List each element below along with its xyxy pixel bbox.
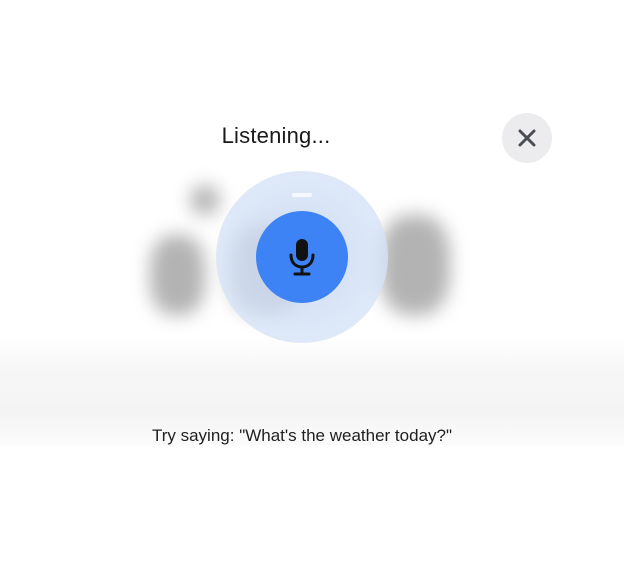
voice-hint-text: Try saying: "What's the weather today?" (151, 426, 453, 445)
listening-status: Listening... (221, 123, 331, 148)
pulse-indicator (292, 193, 312, 197)
microphone-button[interactable] (256, 211, 348, 303)
microphone-icon (289, 239, 315, 276)
close-icon (518, 129, 536, 147)
close-button[interactable] (502, 113, 552, 163)
